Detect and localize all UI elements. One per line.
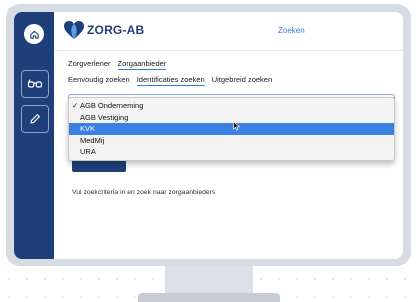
tab-eenvoudig-zoeken[interactable]: Eenvoudig zoeken xyxy=(68,75,130,86)
tab-zorgverlener[interactable]: Zorgverlener xyxy=(68,59,111,70)
dropdown-option-medmij[interactable]: MedMij xyxy=(69,135,394,147)
screen: ZORG-AB Zoeken Zorgverlener Zorgaanbiede… xyxy=(14,12,403,259)
monitor-stand-neck xyxy=(165,266,253,296)
search-button[interactable] xyxy=(72,160,126,172)
sidebar xyxy=(14,12,54,259)
search-hint-text: Vul zoekcriteria in en zoek naar zorgaan… xyxy=(72,189,216,196)
search-mode-tabs: Eenvoudig zoeken Identificaties zoeken U… xyxy=(68,75,272,86)
pencil-icon xyxy=(30,114,40,124)
top-bar: ZORG-AB Zoeken xyxy=(54,12,403,51)
identification-type-dropdown: ✓ AGB Onderneming AGB Vestiging KVK MedMi… xyxy=(68,97,395,161)
main-content: ZORG-AB Zoeken Zorgverlener Zorgaanbiede… xyxy=(54,12,403,259)
check-icon: ✓ xyxy=(72,101,79,110)
dropdown-option-kvk[interactable]: KVK xyxy=(69,123,394,135)
monitor-stand-base xyxy=(138,293,280,302)
dropdown-option-agb-onderneming[interactable]: ✓ AGB Onderneming xyxy=(69,100,394,112)
glasses-button[interactable] xyxy=(21,70,49,98)
provider-type-tabs: Zorgverlener Zorgaanbieder xyxy=(68,59,167,70)
search-link[interactable]: Zoeken xyxy=(278,26,305,35)
home-icon xyxy=(29,30,39,39)
mouse-cursor-icon xyxy=(233,121,241,131)
heart-logo-icon xyxy=(64,21,84,39)
pencil-button[interactable] xyxy=(21,105,49,133)
logo-text: ZORG-AB xyxy=(87,23,145,37)
dropdown-option-agb-vestiging[interactable]: AGB Vestiging xyxy=(69,112,394,124)
monitor-frame: ZORG-AB Zoeken Zorgverlener Zorgaanbiede… xyxy=(6,4,411,266)
home-button[interactable] xyxy=(24,24,44,44)
glasses-icon xyxy=(27,79,43,88)
tab-uitgebreid-zoeken[interactable]: Uitgebreid zoeken xyxy=(212,75,272,86)
tab-identificaties-zoeken[interactable]: Identificaties zoeken xyxy=(136,75,205,86)
dropdown-option-ura[interactable]: URA xyxy=(69,146,394,158)
tab-zorgaanbieder[interactable]: Zorgaanbieder xyxy=(117,59,167,70)
